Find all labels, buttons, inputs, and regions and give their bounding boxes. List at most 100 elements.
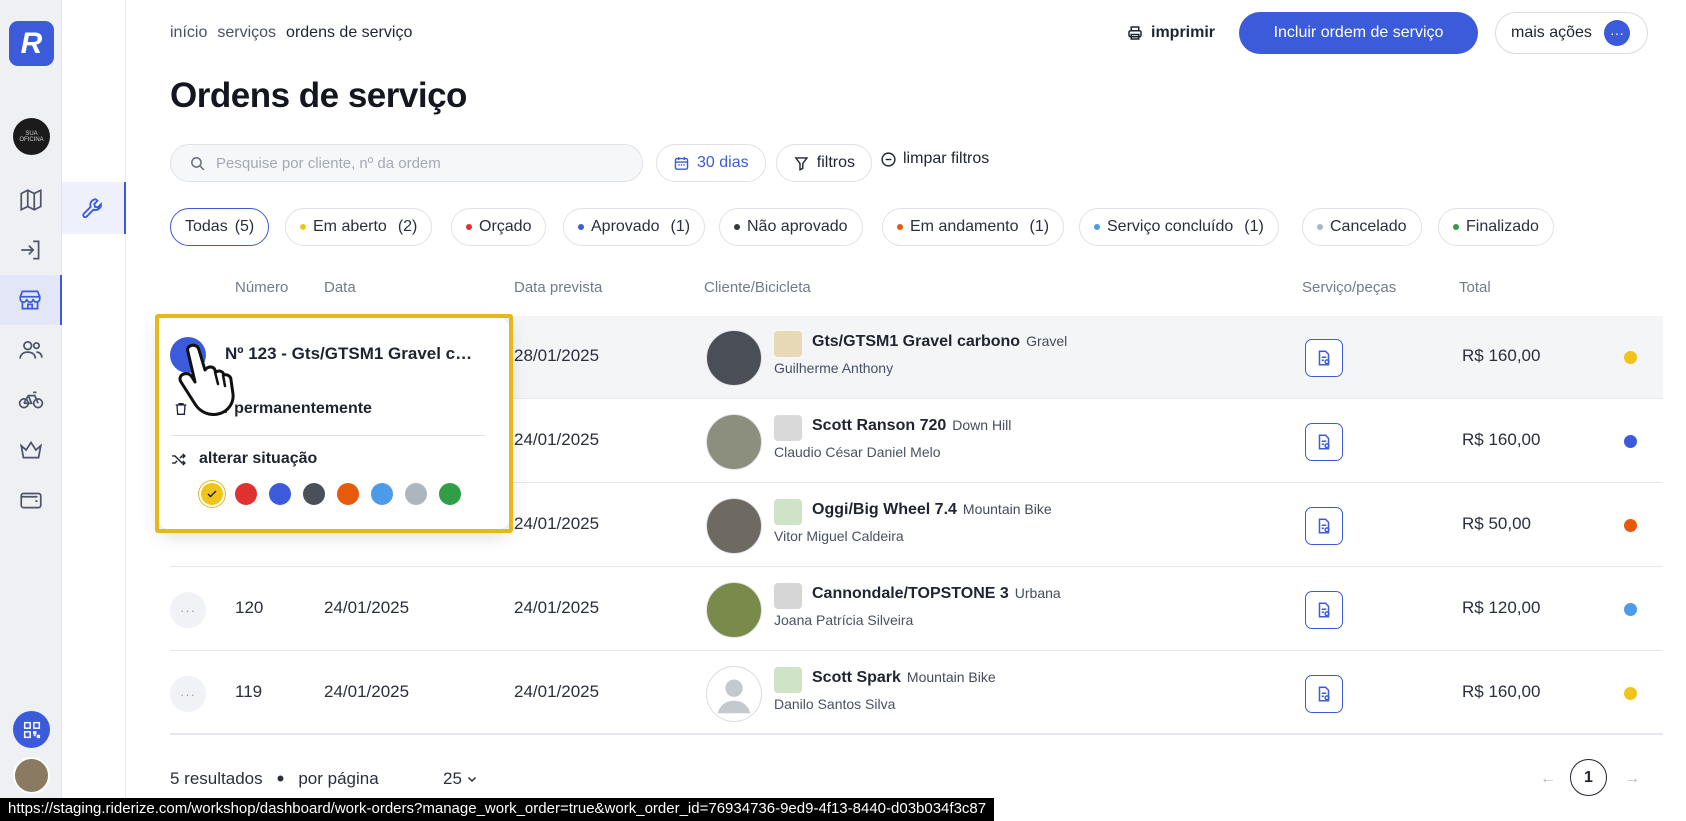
- filters-label: filtros: [816, 154, 855, 171]
- status-dot: [897, 224, 903, 230]
- header-number: Número: [235, 279, 289, 296]
- tab-cancelado[interactable]: Cancelado: [1302, 208, 1422, 246]
- breadcrumb-item-inicio[interactable]: início: [170, 24, 207, 42]
- table-row[interactable]: ··· 119 24/01/2025 24/01/2025 Scott Spar…: [170, 652, 1663, 735]
- row-menu-button[interactable]: ···: [170, 592, 206, 628]
- bike-model: Cannondale/TOPSTONE 3: [812, 585, 1009, 602]
- bike-category: Mountain Bike: [962, 501, 1052, 517]
- document-icon: [1318, 602, 1330, 618]
- header-date: Data: [324, 279, 356, 296]
- due-date: 24/01/2025: [514, 598, 600, 617]
- users-icon[interactable]: [0, 325, 62, 375]
- service-parts-button[interactable]: [1305, 675, 1343, 713]
- table-divider: [170, 733, 1663, 734]
- left-rail: R SUA OFICINA: [0, 0, 62, 821]
- add-work-order-label: Incluir ordem de serviço: [1273, 24, 1444, 41]
- order-number: 120: [235, 598, 264, 617]
- wrench-icon[interactable]: [62, 182, 126, 234]
- more-dots-icon: ···: [1603, 20, 1630, 46]
- service-parts-button[interactable]: [1305, 507, 1343, 545]
- document-icon: [1318, 686, 1330, 702]
- search-input[interactable]: [216, 154, 616, 172]
- qr-code-icon: [23, 721, 40, 738]
- bike-thumbnail: [774, 331, 802, 357]
- tab-em-aberto[interactable]: Em aberto (2): [285, 208, 433, 246]
- service-parts-button[interactable]: [1305, 591, 1343, 629]
- client-name: Joana Patrícia Silveira: [774, 612, 914, 628]
- results-summary: 5 resultados • por página: [170, 768, 379, 790]
- tab-nao-aprovado[interactable]: Não aprovado: [719, 208, 863, 246]
- total-value: R$ 120,00: [1462, 598, 1541, 617]
- bike-name: Gts/GTSM1 Gravel carbono Gravel: [812, 333, 1067, 351]
- more-actions-button[interactable]: mais ações ···: [1495, 12, 1648, 54]
- tab-count: (1): [1029, 218, 1050, 235]
- tab-servico-concluido[interactable]: Serviço concluído (1): [1079, 208, 1279, 246]
- total-value: R$ 160,00: [1462, 682, 1541, 701]
- row-menu-button[interactable]: ···: [170, 676, 206, 712]
- clear-filters-button[interactable]: limpar filtros: [880, 150, 989, 168]
- add-work-order-button[interactable]: Incluir ordem de serviço: [1239, 12, 1478, 54]
- tab-label: Orçado: [479, 218, 532, 235]
- page-number-button[interactable]: 1: [1570, 759, 1607, 796]
- browser-status-url: https://staging.riderize.com/workshop/da…: [0, 798, 995, 821]
- bike-name: Cannondale/TOPSTONE 3 Urbana: [812, 585, 1061, 603]
- client-avatar: [706, 666, 762, 722]
- crown-icon[interactable]: [0, 425, 62, 475]
- bike-thumbnail: [774, 499, 802, 525]
- tab-orcado[interactable]: Orçado: [451, 208, 547, 246]
- shop-avatar[interactable]: SUA OFICINA: [13, 118, 50, 155]
- print-button[interactable]: imprimir: [1126, 20, 1215, 46]
- client-name: Claudio César Daniel Melo: [774, 444, 941, 460]
- map-icon[interactable]: [0, 175, 62, 225]
- due-date: 24/01/2025: [514, 514, 600, 533]
- status-dot: [1624, 603, 1637, 616]
- client-avatar: [706, 414, 762, 470]
- bike-icon[interactable]: [0, 375, 62, 425]
- qr-code-button[interactable]: [13, 711, 50, 748]
- hand-pointer-icon: [178, 343, 235, 416]
- status-dot: [1624, 351, 1637, 364]
- filters-button[interactable]: filtros: [776, 144, 872, 182]
- app-logo[interactable]: R: [9, 21, 54, 66]
- per-page-select[interactable]: 25: [443, 769, 478, 789]
- table-row[interactable]: ··· 120 24/01/2025 24/01/2025 Cannondale…: [170, 568, 1663, 651]
- service-parts-button[interactable]: [1305, 339, 1343, 377]
- bike-thumbnail: [774, 415, 802, 441]
- workshop-icon[interactable]: [0, 275, 62, 325]
- document-icon: [1318, 518, 1330, 534]
- tab-aprovado[interactable]: Aprovado (1): [563, 208, 706, 246]
- tab-label: Todas: [185, 218, 228, 235]
- app-root: R SUA OFICINA início serviços ordens de …: [0, 0, 1686, 821]
- bike-model: Gts/GTSM1 Gravel carbono: [812, 333, 1021, 350]
- breadcrumb: início serviços ordens de serviço: [170, 24, 412, 42]
- bike-name: Oggi/Big Wheel 7.4 Mountain Bike: [812, 501, 1052, 519]
- next-page-button[interactable]: →: [1624, 770, 1640, 788]
- calendar-icon: [674, 156, 689, 170]
- bike-category: Urbana: [1014, 585, 1061, 601]
- print-label: imprimir: [1151, 24, 1216, 41]
- user-avatar[interactable]: [13, 757, 50, 794]
- tab-count: (1): [670, 218, 691, 235]
- tab-label: Não aprovado: [747, 218, 848, 235]
- tab-em-andamento[interactable]: Em andamento (1): [882, 208, 1065, 246]
- login-icon[interactable]: [0, 225, 62, 275]
- tab-label: Em andamento: [910, 218, 1019, 235]
- order-number: 119: [235, 682, 263, 701]
- client-avatar: [706, 582, 762, 638]
- wallet-icon[interactable]: [0, 475, 62, 525]
- tab-todas[interactable]: Todas (5): [170, 208, 270, 246]
- due-date: 28/01/2025: [514, 346, 600, 365]
- bike-thumbnail: [774, 583, 802, 609]
- header-client-bike: Cliente/Bicicleta: [704, 279, 811, 296]
- client-name: Vitor Miguel Caldeira: [774, 528, 904, 544]
- tab-label: Serviço concluído: [1107, 218, 1234, 235]
- breadcrumb-item-servicos[interactable]: serviços: [217, 24, 276, 42]
- header-due-date: Data prevista: [514, 279, 603, 296]
- service-parts-button[interactable]: [1305, 423, 1343, 461]
- status-dot: [300, 224, 306, 230]
- date-range-button[interactable]: 30 dias: [656, 144, 766, 182]
- status-dot: [578, 224, 584, 230]
- client-avatar: [706, 498, 762, 554]
- previous-page-button[interactable]: ←: [1540, 770, 1556, 788]
- tab-finalizado[interactable]: Finalizado: [1438, 208, 1554, 246]
